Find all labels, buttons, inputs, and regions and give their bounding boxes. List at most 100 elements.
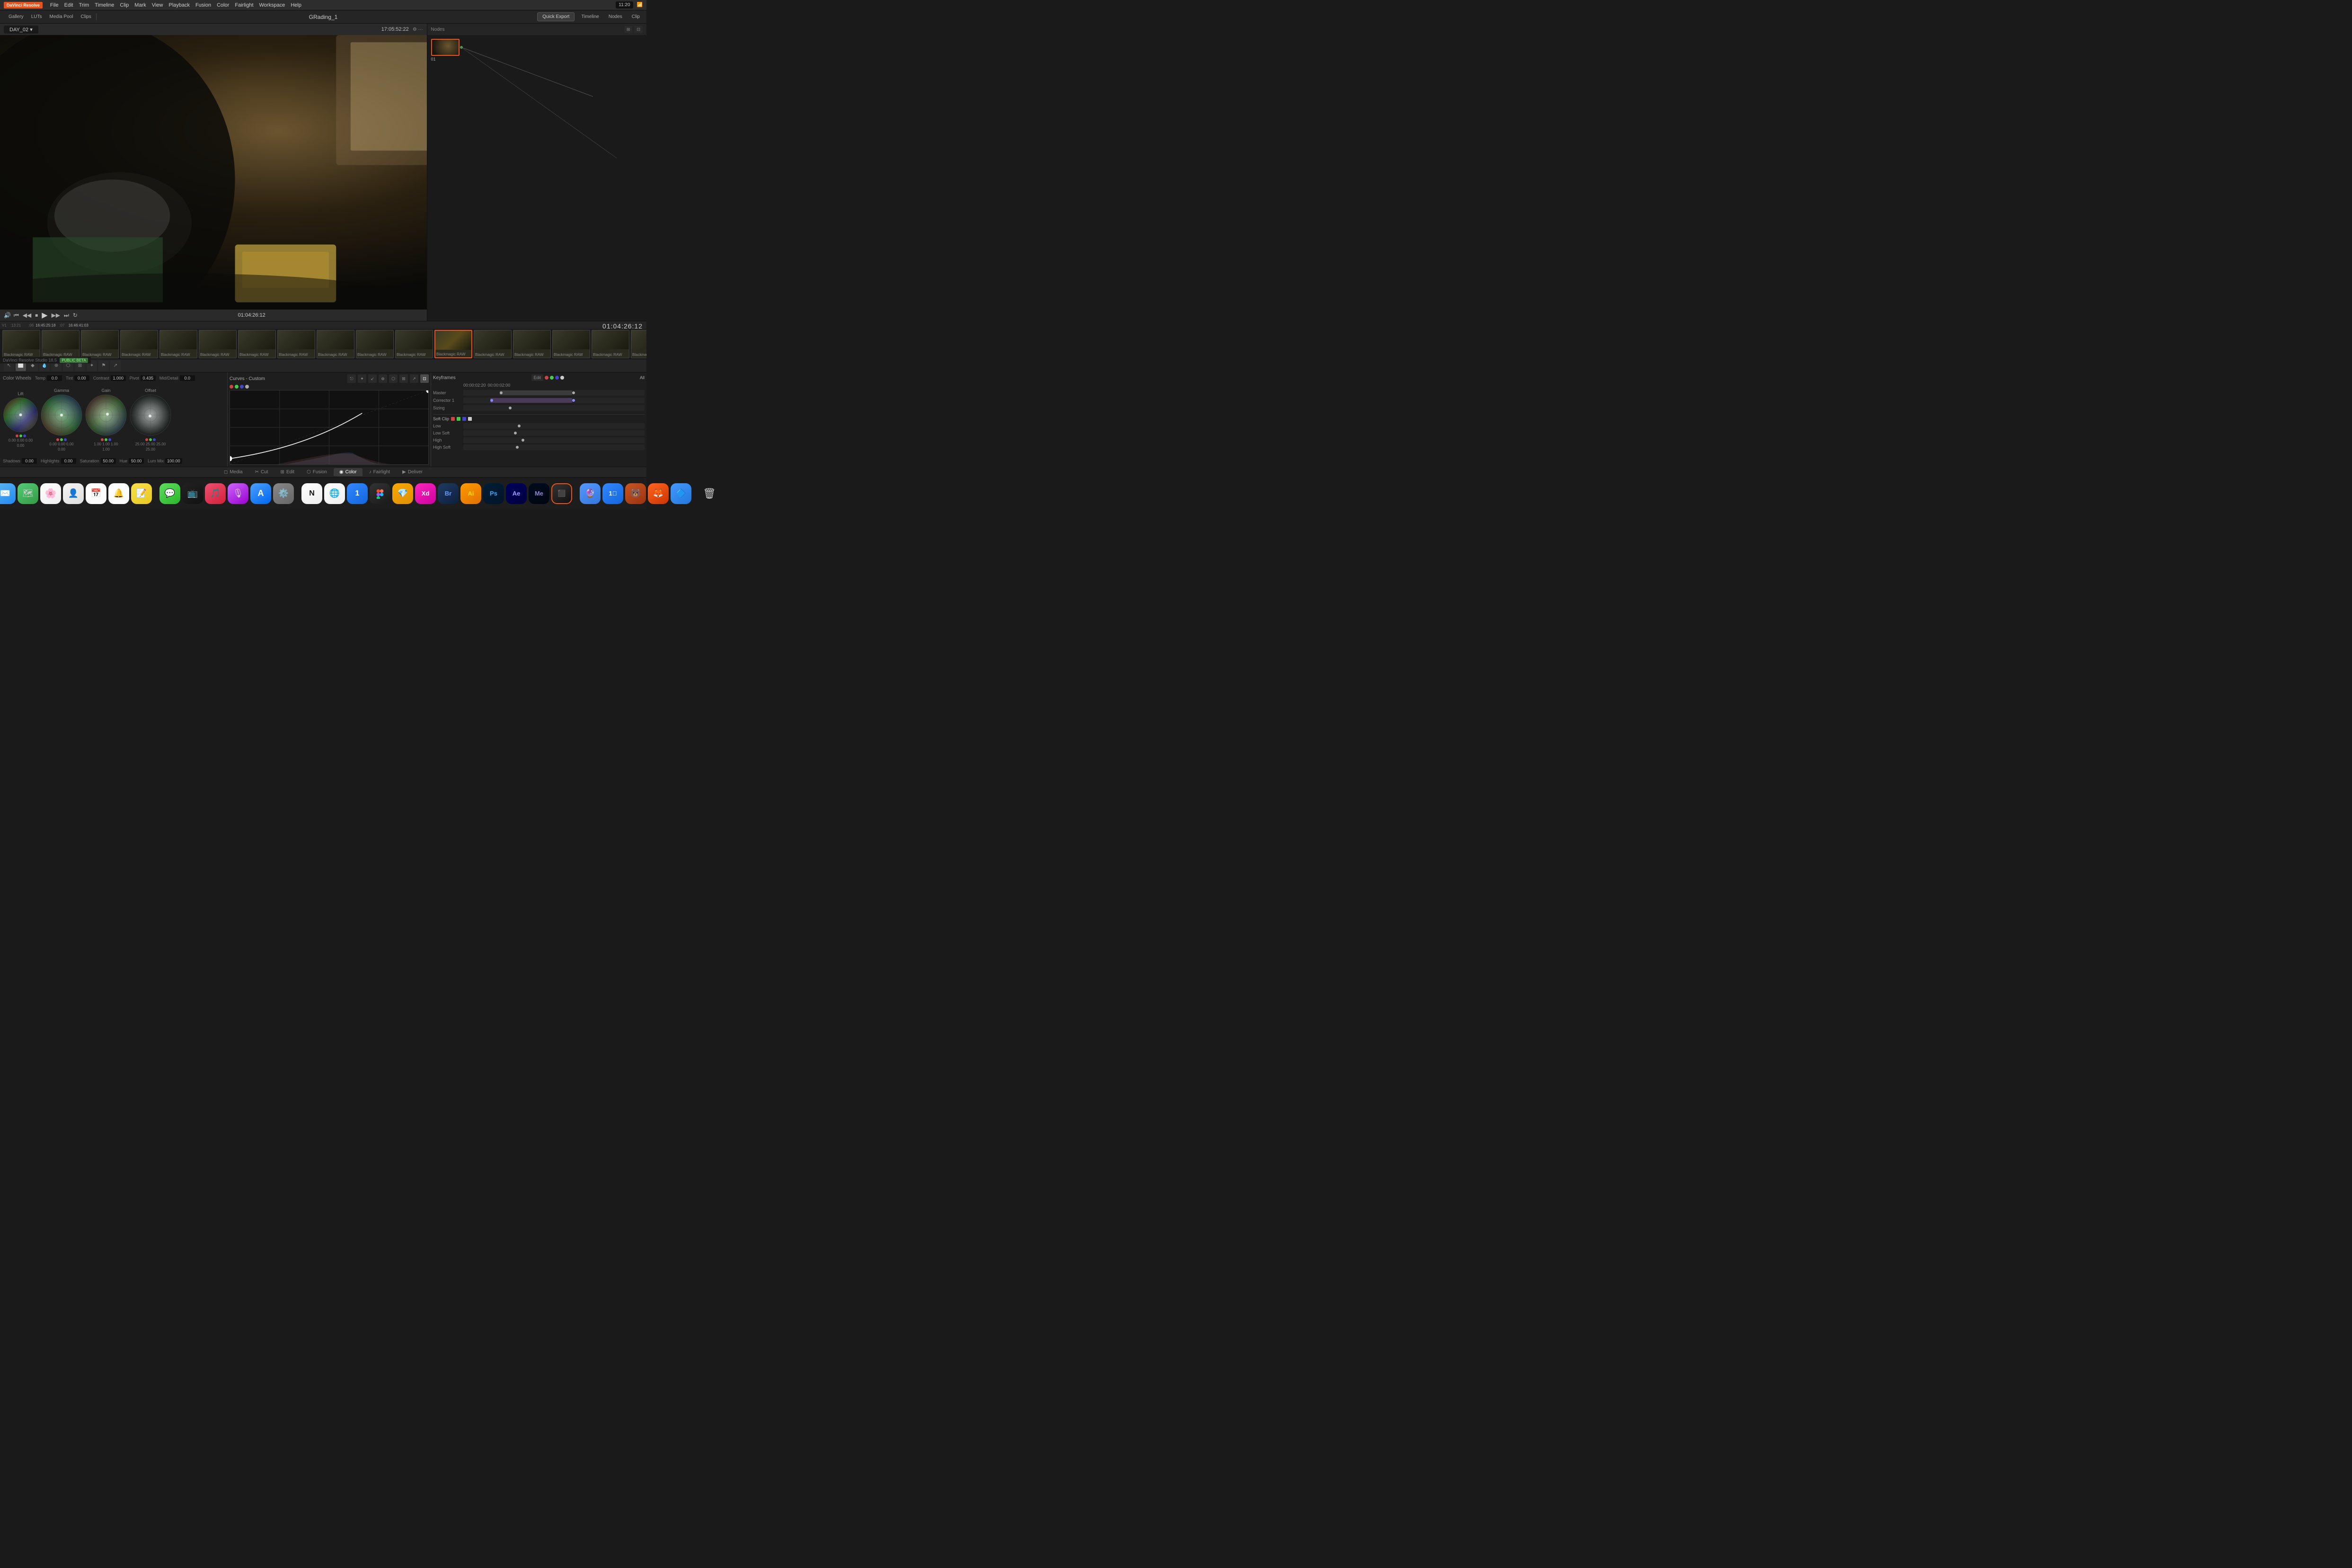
dock-xd[interactable]: Xd (415, 483, 436, 504)
dock-contacts[interactable]: 👤 (63, 483, 84, 504)
kf-corrector-bar[interactable] (463, 398, 645, 403)
soft-clip-green[interactable] (457, 417, 460, 421)
dock-opal[interactable]: 🔮 (580, 483, 601, 504)
menu-clip[interactable]: Clip (120, 2, 129, 8)
menu-mark[interactable]: Mark (134, 2, 146, 8)
dock-trash[interactable]: 🗑 (699, 483, 720, 504)
tab-color[interactable]: ◉ Color (334, 468, 363, 476)
nodes-button[interactable]: Nodes (606, 13, 625, 20)
play-button[interactable]: ▶ (42, 310, 47, 320)
curves-tool-5[interactable]: ⬡ (389, 374, 398, 383)
sc-high-dot[interactable] (522, 439, 524, 442)
color-tool-export[interactable]: ↗ (110, 361, 121, 371)
tab-fairlight[interactable]: ♪ Fairlight (363, 468, 396, 476)
menu-fusion[interactable]: Fusion (195, 2, 211, 8)
media-pool-button[interactable]: Media Pool (46, 13, 76, 20)
menu-trim[interactable]: Trim (79, 2, 89, 8)
step-back-button[interactable]: ◀◀ (23, 312, 31, 319)
step-forward-button[interactable]: ▶▶ (52, 312, 60, 319)
lift-wheel[interactable] (3, 397, 38, 433)
menu-workspace[interactable]: Workspace (259, 2, 285, 8)
mid-detail-value[interactable]: 0.0 (180, 375, 195, 381)
dock-photoshop[interactable]: Ps (483, 483, 504, 504)
timeline-clip-7[interactable]: Blackmagic RAW (277, 330, 315, 358)
hue-value[interactable]: 50.00 (129, 458, 144, 464)
menu-fairlight[interactable]: Fairlight (235, 2, 253, 8)
gallery-button[interactable]: Gallery (6, 13, 27, 20)
dock-calendar[interactable]: 📅 (86, 483, 106, 504)
dock-1password2[interactable]: 1⃣ (602, 483, 623, 504)
menu-playback[interactable]: Playback (168, 2, 190, 8)
luts-button[interactable]: LUTs (28, 13, 45, 20)
timeline-clip-14[interactable]: Blackmagic RAW (552, 330, 590, 358)
tint-value[interactable]: 0.00 (74, 375, 89, 381)
curves-red-channel[interactable] (230, 385, 233, 389)
clip-button[interactable]: Clip (629, 13, 643, 20)
timeline-clip-13[interactable]: Blackmagic RAW (513, 330, 551, 358)
soft-clip-blue[interactable] (462, 417, 466, 421)
node-tool-1[interactable]: ⊞ (624, 26, 633, 33)
dock-podcasts[interactable]: 🎙 (228, 483, 248, 504)
timeline-clip-11[interactable]: Blackmagic RAW (434, 330, 472, 358)
menu-file[interactable]: File (50, 2, 59, 8)
curves-green-channel[interactable] (235, 385, 239, 389)
gamma-wheel[interactable] (40, 394, 83, 436)
timeline-clip-0[interactable]: Blackmagic RAW (2, 330, 40, 358)
menu-edit[interactable]: Edit (64, 2, 73, 8)
timeline-clip-1[interactable]: Blackmagic RAW (42, 330, 80, 358)
curves-tool-2[interactable]: ✦ (358, 374, 366, 383)
menu-color[interactable]: Color (217, 2, 229, 8)
sc-high-soft-dot[interactable] (516, 446, 519, 449)
timeline-button[interactable]: Timeline (578, 13, 601, 20)
dock-illustrator[interactable]: Ai (460, 483, 481, 504)
dock-app-store[interactable]: A (250, 483, 271, 504)
timeline-clip-15[interactable]: Blackmagic RAW (592, 330, 629, 358)
sc-low-bar[interactable] (463, 423, 645, 429)
loop-button[interactable]: ↻ (73, 312, 78, 319)
timeline-clip-2[interactable]: Blackmagic RAW (81, 330, 119, 358)
soft-clip-luma[interactable] (468, 417, 472, 421)
stop-button[interactable]: ⏹ (35, 312, 38, 319)
kf-master-dot-left[interactable] (500, 391, 503, 394)
sc-low-soft-dot[interactable] (514, 432, 517, 434)
dock-system-prefs[interactable]: ⚙️ (273, 483, 294, 504)
curves-tool-1[interactable]: ⎋ (347, 374, 356, 383)
kf-corrector-dot-right[interactable] (572, 399, 575, 402)
curves-tool-4[interactable]: ⊕ (379, 374, 387, 383)
go-to-end-button[interactable]: ⏭ (64, 312, 69, 319)
saturation-value[interactable]: 50.00 (101, 458, 116, 464)
tab-deliver[interactable]: ▶ Deliver (397, 468, 428, 476)
go-to-start-button[interactable]: ⏮ (14, 312, 19, 319)
dock-sketch[interactable]: 💎 (392, 483, 413, 504)
offset-wheel[interactable] (129, 394, 172, 436)
curves-tool-6[interactable]: ⊞ (399, 374, 408, 383)
kf-sizing-bar[interactable] (463, 405, 645, 411)
tab-media[interactable]: ◻ Media (218, 468, 248, 476)
dock-maps[interactable]: 🗺 (18, 483, 38, 504)
kf-all-button[interactable]: All (640, 375, 645, 380)
kf-master-dot-right[interactable] (572, 391, 575, 394)
gain-wheel[interactable] (85, 394, 127, 436)
quick-export-button[interactable]: Quick Export (537, 12, 575, 21)
menu-help[interactable]: Help (291, 2, 301, 8)
temp-value[interactable]: 0.0 (47, 375, 62, 381)
dock-music[interactable]: 🎵 (205, 483, 226, 504)
tab-edit[interactable]: ⊞ Edit (275, 468, 301, 476)
highlights-value[interactable]: 0.00 (61, 458, 76, 464)
kf-master-bar[interactable] (463, 390, 645, 396)
shadows-value[interactable]: 0.00 (22, 458, 37, 464)
dock-photos[interactable]: 🌸 (40, 483, 61, 504)
node-tool-2[interactable]: ⊡ (634, 26, 643, 33)
menu-timeline[interactable]: Timeline (95, 2, 114, 8)
contrast-value[interactable]: 1.000 (111, 375, 126, 381)
dock-cleanmymac[interactable]: 🔷 (671, 483, 691, 504)
kf-edit-button[interactable]: Edit (531, 374, 544, 381)
dock-proxyman[interactable]: 🦊 (648, 483, 669, 504)
curves-tool-7[interactable]: ↗ (410, 374, 418, 383)
dock-davinci[interactable]: ⬛ (551, 483, 572, 504)
curves-tool-8[interactable]: ⊡ (420, 374, 429, 383)
clips-button[interactable]: Clips (78, 13, 94, 20)
dock-mail[interactable]: ✉️ (0, 483, 16, 504)
dock-notion[interactable]: N (301, 483, 322, 504)
dock-apple-tv[interactable]: 📺 (182, 483, 203, 504)
